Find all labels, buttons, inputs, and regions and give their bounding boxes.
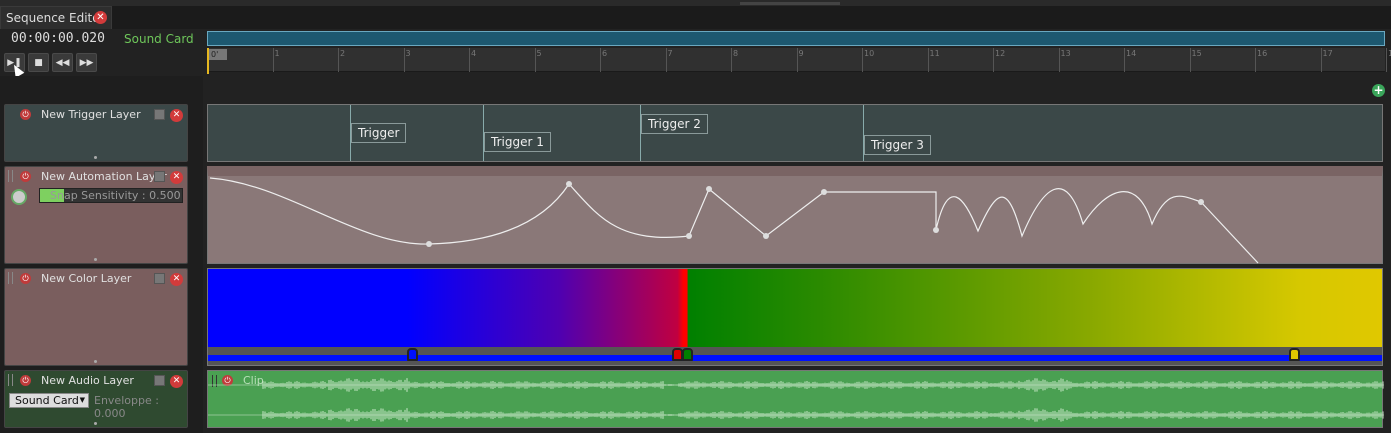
- playhead-label: 0': [209, 49, 227, 60]
- ruler-tick-label: 8: [733, 49, 739, 58]
- ruler-tick-label: 17: [1322, 49, 1333, 58]
- rewind-icon: ◀◀: [55, 57, 70, 68]
- ruler-tick-label: 14: [1126, 49, 1137, 58]
- audio-lane[interactable]: ⏻ Clip: [207, 370, 1384, 429]
- ruler-tick-label: 1: [274, 49, 280, 58]
- keyframe-point: [426, 241, 432, 247]
- ruler-tick-label: 3: [405, 49, 411, 58]
- power-icon[interactable]: ⏻: [20, 109, 31, 120]
- ruler-tick-label: 13: [1060, 49, 1071, 58]
- keyframe-point: [706, 186, 712, 192]
- close-icon[interactable]: ✕: [94, 11, 107, 24]
- ruler-tick-label: 7: [667, 49, 673, 58]
- stop-icon: ■: [34, 57, 43, 68]
- tab-title: Sequence Editor: [6, 11, 105, 25]
- keyframe-point: [686, 233, 692, 239]
- slider-label: Snap Sensitivity : 0.500: [50, 189, 181, 202]
- resize-handle[interactable]: [94, 258, 97, 261]
- timeline-scrollbar[interactable]: [207, 31, 1385, 46]
- layer-header-audio[interactable]: ⏻ New Audio Layer ✕ Sound Card ▼ Envelop…: [4, 370, 188, 428]
- remove-layer-icon[interactable]: ✕: [170, 171, 183, 184]
- layer-toggle-checkbox[interactable]: [154, 171, 165, 182]
- color-gradient[interactable]: [208, 269, 1382, 347]
- color-keyframe-marker[interactable]: [407, 348, 418, 361]
- color-track: [208, 355, 1382, 361]
- time-ruler[interactable]: 123456789101112131415161718: [207, 48, 1391, 72]
- trigger-label[interactable]: Trigger: [351, 123, 407, 143]
- ruler-tick-label: 4: [471, 49, 477, 58]
- grip-icon[interactable]: [8, 272, 13, 284]
- add-layer-timeline-button[interactable]: +: [1372, 84, 1385, 97]
- trigger-label[interactable]: Trigger 1: [484, 132, 551, 152]
- layer-name[interactable]: New Audio Layer: [41, 374, 134, 387]
- audio-waveform[interactable]: [208, 371, 1384, 429]
- tab-sequence-editor[interactable]: Sequence Editor ✕: [0, 6, 112, 29]
- chevron-down-icon: ▼: [79, 396, 85, 404]
- ruler-tick-label: 12: [995, 49, 1006, 58]
- ruler-tick-label: 18: [1388, 49, 1391, 58]
- keyframe-point: [1198, 199, 1204, 205]
- layer-name[interactable]: New Trigger Layer: [41, 108, 141, 121]
- layer-toggle-checkbox[interactable]: [154, 109, 165, 120]
- ruler-tick-label: 2: [340, 49, 346, 58]
- layer-header-color[interactable]: ⏻ New Color Layer ✕: [4, 268, 188, 366]
- audio-device-select[interactable]: Sound Card ▼: [9, 393, 89, 408]
- layer-name[interactable]: New Automation Layer: [41, 170, 167, 183]
- audio-device-value: Sound Card: [15, 394, 79, 407]
- keyframe-point: [821, 189, 827, 195]
- grip-icon[interactable]: [8, 374, 13, 386]
- remove-layer-icon[interactable]: ✕: [170, 375, 183, 388]
- color-keyframe-marker[interactable]: [682, 348, 693, 361]
- envelope-label: Enveloppe : 0.000: [94, 394, 159, 420]
- ruler-tick-label: 10: [864, 49, 875, 58]
- automation-curve[interactable]: [208, 176, 1384, 264]
- layer-toggle-checkbox[interactable]: [154, 273, 165, 284]
- audio-device-label: Sound Card: [124, 32, 194, 46]
- resize-handle[interactable]: [94, 360, 97, 363]
- power-icon[interactable]: ⏻: [20, 171, 31, 182]
- layer-header-automation[interactable]: ⏻ New Automation Layer ✕ Snap Sensitivit…: [4, 166, 188, 264]
- layer-header-trigger[interactable]: ⏻ New Trigger Layer ✕: [4, 104, 188, 162]
- grip-icon[interactable]: [8, 170, 13, 182]
- time-display: 00:00:00.020: [11, 31, 105, 46]
- trigger-label[interactable]: Trigger 2: [641, 114, 708, 134]
- trigger-lane[interactable]: Trigger Trigger 1 Trigger 2 Trigger 3: [207, 104, 1383, 162]
- fast-forward-icon: ▶▶: [79, 57, 94, 68]
- keyframe-point: [566, 181, 572, 187]
- rewind-button[interactable]: ◀◀: [52, 53, 73, 72]
- fast-forward-button[interactable]: ▶▶: [76, 53, 97, 72]
- ruler-tick-label: 5: [536, 49, 542, 58]
- power-icon[interactable]: ⏻: [20, 375, 31, 386]
- trigger-label[interactable]: Trigger 3: [864, 135, 931, 155]
- resize-handle[interactable]: [94, 422, 97, 425]
- keyframe-point: [933, 227, 939, 233]
- power-icon[interactable]: ⏻: [20, 273, 31, 284]
- ruler-tick-label: 6: [602, 49, 608, 58]
- color-lane[interactable]: [207, 268, 1383, 366]
- layer-toggle-checkbox[interactable]: [154, 375, 165, 386]
- record-icon[interactable]: [11, 189, 27, 205]
- ruler-tick-label: 11: [929, 49, 940, 58]
- automation-lane[interactable]: [207, 166, 1383, 264]
- drag-handle[interactable]: [740, 2, 840, 5]
- keyframe-point: [763, 233, 769, 239]
- ruler-tick-label: 16: [1257, 49, 1268, 58]
- color-keyframe-marker[interactable]: [1289, 348, 1300, 361]
- ruler-tick-label: 15: [1191, 49, 1202, 58]
- ruler-tick-label: 9: [798, 49, 804, 58]
- resize-handle[interactable]: [94, 156, 97, 159]
- remove-layer-icon[interactable]: ✕: [170, 273, 183, 286]
- stop-button[interactable]: ■: [28, 53, 49, 72]
- remove-layer-icon[interactable]: ✕: [170, 109, 183, 122]
- layer-name[interactable]: New Color Layer: [41, 272, 131, 285]
- snap-sensitivity-slider[interactable]: Snap Sensitivity : 0.500: [39, 188, 183, 203]
- tab-bar: [0, 0, 1391, 29]
